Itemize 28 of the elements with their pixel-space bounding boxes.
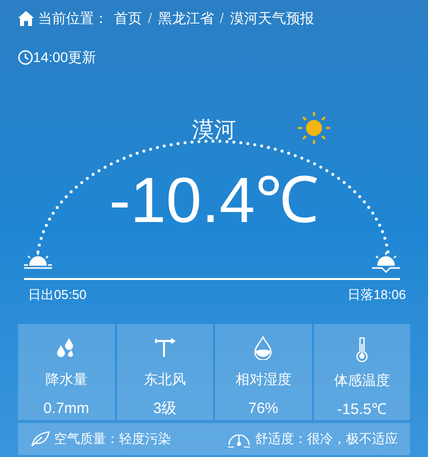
update-time: 14:00更新	[33, 48, 96, 67]
sunrise-time: 日出05:50	[28, 286, 87, 304]
leaf-icon	[30, 431, 50, 447]
water-drop-icon	[253, 336, 274, 360]
breadcrumb-link[interactable]: 首页	[114, 8, 142, 29]
comfort-level: 舒适度：很冷，极不适应	[255, 430, 398, 448]
stat-label: 体感温度	[334, 371, 390, 390]
city-name: 漠河	[192, 116, 236, 144]
clock-icon	[18, 50, 33, 65]
thermometer-icon	[354, 336, 369, 362]
stat-value: 0.7mm	[43, 398, 90, 418]
stat-label: 相对湿度	[235, 370, 292, 388]
breadcrumb-separator: /	[148, 9, 152, 28]
stat-value: 76%	[248, 398, 278, 418]
breadcrumb-link[interactable]: 黑龙江省	[158, 8, 214, 29]
sunset-time: 日落18:06	[347, 286, 406, 304]
stat-value: 3级	[153, 398, 176, 418]
stat-label: 降水量	[45, 370, 88, 388]
sun-icon	[297, 111, 331, 145]
location-label: 当前位置：	[38, 9, 108, 28]
wind-vane-icon	[154, 337, 176, 360]
stat-value: -15.5℃	[337, 400, 386, 420]
temperature: -10.4℃	[109, 168, 319, 232]
air-quality: 空气质量：轻度污染	[54, 430, 171, 448]
home-icon	[18, 11, 34, 26]
breadcrumb-link[interactable]: 漠河天气预报	[230, 8, 314, 29]
stat-label: 东北风	[144, 370, 186, 388]
breadcrumb-separator: /	[220, 9, 224, 28]
